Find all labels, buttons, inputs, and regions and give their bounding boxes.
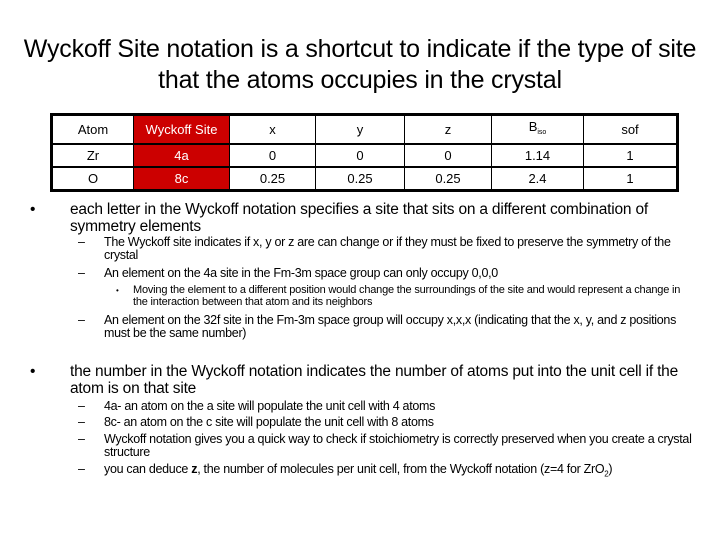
cell-atom: O [51,166,134,191]
header-wyckoff-site: Wyckoff Site [133,114,230,145]
sub-bullet: – 4a- an atom on the a site will populat… [78,399,436,413]
bullet-letter-meaning: • each letter in the Wyckoff notation sp… [30,201,648,235]
table-header-row: Atom Wyckoff Site x y z Biso sof [51,114,678,145]
dash-icon: – [78,462,85,476]
cell-biso: 2.4 [491,166,584,191]
cell-sof: 1 [583,166,678,191]
biso-subscript: iso [537,129,547,136]
sub-bullet: – The Wyckoff site indicates if x, y or … [78,235,671,262]
dash-icon: – [78,415,85,429]
table-row: Zr 4a 0 0 0 1.14 1 [51,143,678,168]
bullet-icon: • [30,363,36,380]
slide-title: Wyckoff Site notation is a shortcut to i… [23,35,697,94]
cell-z: 0 [404,143,492,168]
cell-sof: 1 [583,143,678,168]
cell-z: 0.25 [404,166,492,191]
cell-y: 0 [315,143,405,168]
cell-wyckoff: 8c [133,166,230,191]
header-x: x [229,114,316,145]
dash-icon: – [78,313,85,327]
cell-wyckoff: 4a [133,143,230,168]
header-z: z [404,114,492,145]
bullet-icon: • [30,201,36,218]
cell-x: 0.25 [229,166,316,191]
dash-icon: – [78,399,85,413]
cell-biso: 1.14 [491,143,584,168]
header-biso: Biso [491,114,584,145]
sub-bullet: – Wyckoff notation gives you a quick way… [78,432,692,459]
wyckoff-table: Atom Wyckoff Site x y z Biso sof Zr 4a 0… [50,113,679,192]
sub-bullet: – you can deduce z, the number of molecu… [78,462,613,479]
sub-bullet: – 8c- an atom on the c site will populat… [78,415,434,429]
sub-sub-bullet: • Moving the element to a different posi… [116,284,681,308]
cell-x: 0 [229,143,316,168]
dash-icon: – [78,266,85,280]
bullet-icon: • [116,286,119,295]
sub-bullet: – An element on the 32f site in the Fm-3… [78,313,677,340]
dash-icon: – [78,432,85,446]
dash-icon: – [78,235,85,249]
cell-atom: Zr [51,143,134,168]
bullet-number-meaning: • the number in the Wyckoff notation ind… [30,363,679,397]
table-row: O 8c 0.25 0.25 0.25 2.4 1 [51,166,678,191]
cell-y: 0.25 [315,166,405,191]
header-y: y [315,114,405,145]
header-sof: sof [583,114,678,145]
sub-bullet: – An element on the 4a site in the Fm-3m… [78,266,498,280]
header-atom: Atom [51,114,134,145]
